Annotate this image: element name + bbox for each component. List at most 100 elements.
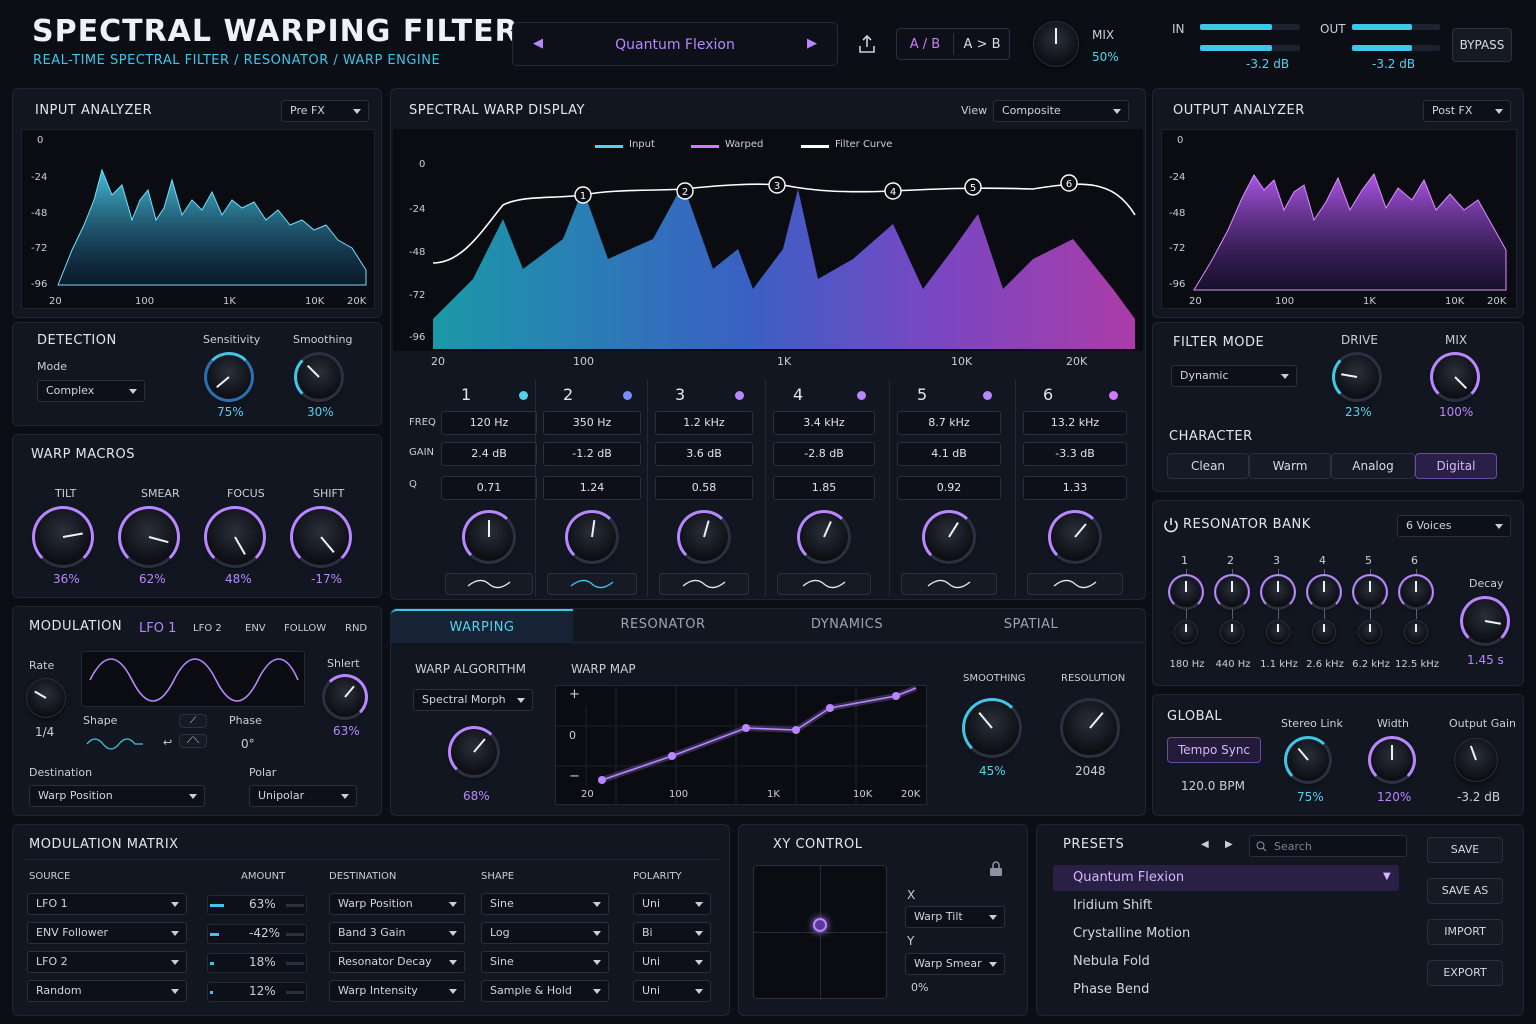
mod-polarity-dropdown[interactable]: Uni: [633, 951, 711, 973]
band-gain-field[interactable]: 2.4 dB: [441, 442, 537, 466]
a-to-b-button[interactable]: A > B: [954, 37, 1010, 52]
warp-algorithm-dropdown[interactable]: Spectral Morph: [413, 689, 533, 711]
band-knob[interactable]: [677, 510, 731, 564]
filter-mode-dropdown[interactable]: Dynamic: [1171, 365, 1297, 387]
voice-amp-knob[interactable]: [1175, 621, 1197, 643]
band-q-field[interactable]: 0.71: [441, 476, 537, 500]
filter-node-5[interactable]: 5: [964, 178, 982, 196]
band-shape-selector[interactable]: [777, 573, 871, 595]
next-icon[interactable]: ▶: [1225, 839, 1233, 850]
character-digital[interactable]: Digital: [1415, 453, 1497, 479]
band-enable-dot[interactable]: [623, 391, 632, 400]
voice-amp-knob[interactable]: [1359, 621, 1381, 643]
preset-item[interactable]: Quantum Flexion: [1053, 865, 1399, 891]
next-preset-icon[interactable]: ▶: [807, 36, 817, 51]
voice-freq-knob[interactable]: [1260, 574, 1296, 610]
mod-destination-dropdown[interactable]: Band 3 Gain: [329, 922, 465, 944]
band-enable-dot[interactable]: [519, 391, 528, 400]
band-gain-field[interactable]: 4.1 dB: [897, 442, 1001, 466]
voice-amp-knob[interactable]: [1221, 621, 1243, 643]
view-dropdown[interactable]: Composite: [993, 100, 1129, 122]
band-freq-field[interactable]: 120 Hz: [441, 411, 537, 435]
macro-tilt-knob[interactable]: [32, 506, 94, 568]
band-freq-field[interactable]: 1.2 kHz: [655, 411, 753, 435]
band-freq-field[interactable]: 13.2 kHz: [1023, 411, 1127, 435]
mod-source-dropdown[interactable]: Random: [27, 980, 187, 1002]
band-knob[interactable]: [565, 510, 619, 564]
filter-node-4[interactable]: 4: [884, 182, 902, 200]
macro-smear-knob[interactable]: [118, 506, 180, 568]
mod-destination-dropdown[interactable]: Warp Position: [29, 785, 205, 807]
preset-item[interactable]: Phase Bend: [1053, 977, 1399, 1003]
stereo-link-knob[interactable]: [1284, 736, 1332, 784]
band-freq-field[interactable]: 350 Hz: [543, 411, 641, 435]
polar-dropdown[interactable]: Unipolar: [249, 785, 357, 807]
filter-node-6[interactable]: 6: [1060, 174, 1078, 192]
lock-icon[interactable]: [989, 861, 1003, 877]
mod-destination-dropdown[interactable]: Warp Position: [329, 893, 465, 915]
band-q-field[interactable]: 0.58: [655, 476, 753, 500]
lfo1-tab[interactable]: LFO 1: [139, 621, 176, 636]
band-q-field[interactable]: 1.24: [543, 476, 641, 500]
band-gain-field[interactable]: -2.8 dB: [773, 442, 875, 466]
preset-dropdown-icon[interactable]: ▼: [1383, 871, 1391, 882]
mod-polarity-dropdown[interactable]: Uni: [633, 980, 711, 1002]
tempo-sync-button[interactable]: Tempo Sync: [1167, 737, 1261, 763]
band-knob[interactable]: [462, 510, 516, 564]
power-icon[interactable]: [1163, 517, 1179, 533]
tab-spatial[interactable]: SPATIAL: [941, 617, 1121, 632]
mod-shift-knob[interactable]: [322, 674, 368, 720]
character-clean[interactable]: Clean: [1167, 453, 1249, 479]
band-q-field[interactable]: 1.33: [1023, 476, 1127, 500]
preset-browser[interactable]: ◀ Quantum Flexion ▶: [512, 22, 838, 66]
macro-focus-knob[interactable]: [204, 506, 266, 568]
shape-arrow-icon[interactable]: ↩: [163, 736, 172, 749]
voice-amp-knob[interactable]: [1267, 621, 1289, 643]
y-dropdown[interactable]: Warp Smear: [905, 953, 1005, 975]
output-gain-knob[interactable]: [1455, 739, 1497, 781]
bypass-button[interactable]: BYPASS: [1452, 28, 1512, 62]
mod-destination-dropdown[interactable]: Warp Intensity: [329, 980, 465, 1002]
band-knob[interactable]: [797, 510, 851, 564]
mod-shape-dropdown[interactable]: Sine: [481, 893, 609, 915]
shape-ramp-icon[interactable]: ⟋: [179, 714, 207, 728]
band-knob[interactable]: [1048, 510, 1102, 564]
character-analog[interactable]: Analog: [1331, 453, 1415, 479]
decay-knob[interactable]: [1460, 596, 1510, 646]
env-tab[interactable]: ENV: [245, 623, 266, 634]
xy-handle[interactable]: [813, 918, 827, 932]
mod-source-dropdown[interactable]: LFO 2: [27, 951, 187, 973]
drive-knob[interactable]: [1332, 352, 1382, 402]
mod-source-dropdown[interactable]: ENV Follower: [27, 922, 187, 944]
band-shape-selector[interactable]: [659, 573, 749, 595]
band-shape-selector[interactable]: [547, 573, 637, 595]
export-icon[interactable]: [858, 34, 876, 54]
voice-freq-knob[interactable]: [1352, 574, 1388, 610]
preset-item[interactable]: Crystalline Motion: [1053, 921, 1399, 947]
mod-polarity-dropdown[interactable]: Bi: [633, 922, 711, 944]
shape-random-icon[interactable]: ⟋⟍: [179, 734, 207, 748]
sensitivity-knob[interactable]: [204, 352, 254, 402]
preset-item[interactable]: Nebula Fold: [1053, 949, 1399, 975]
warp-map-graph[interactable]: [555, 685, 928, 806]
xy-pad[interactable]: [753, 865, 888, 1000]
band-enable-dot[interactable]: [983, 391, 992, 400]
voice-freq-knob[interactable]: [1306, 574, 1342, 610]
voice-freq-knob[interactable]: [1168, 574, 1204, 610]
resolution-knob[interactable]: [1060, 698, 1120, 758]
band-gain-field[interactable]: -1.2 dB: [543, 442, 641, 466]
rate-knob[interactable]: [27, 679, 65, 717]
band-gain-field[interactable]: 3.6 dB: [655, 442, 753, 466]
mod-source-dropdown[interactable]: LFO 1: [27, 893, 187, 915]
band-q-field[interactable]: 1.85: [773, 476, 875, 500]
preset-save-as-button[interactable]: SAVE AS: [1427, 878, 1503, 904]
band-enable-dot[interactable]: [1109, 391, 1118, 400]
mod-destination-dropdown[interactable]: Resonator Decay: [329, 951, 465, 973]
filter-node-2[interactable]: 2: [676, 182, 694, 200]
mod-shape-dropdown[interactable]: Sine: [481, 951, 609, 973]
band-shape-selector[interactable]: [1027, 573, 1123, 595]
voice-amp-knob[interactable]: [1313, 621, 1335, 643]
voice-freq-knob[interactable]: [1398, 574, 1434, 610]
shape-sine-icon[interactable]: [85, 734, 145, 750]
voices-dropdown[interactable]: 6 Voices: [1397, 515, 1511, 537]
